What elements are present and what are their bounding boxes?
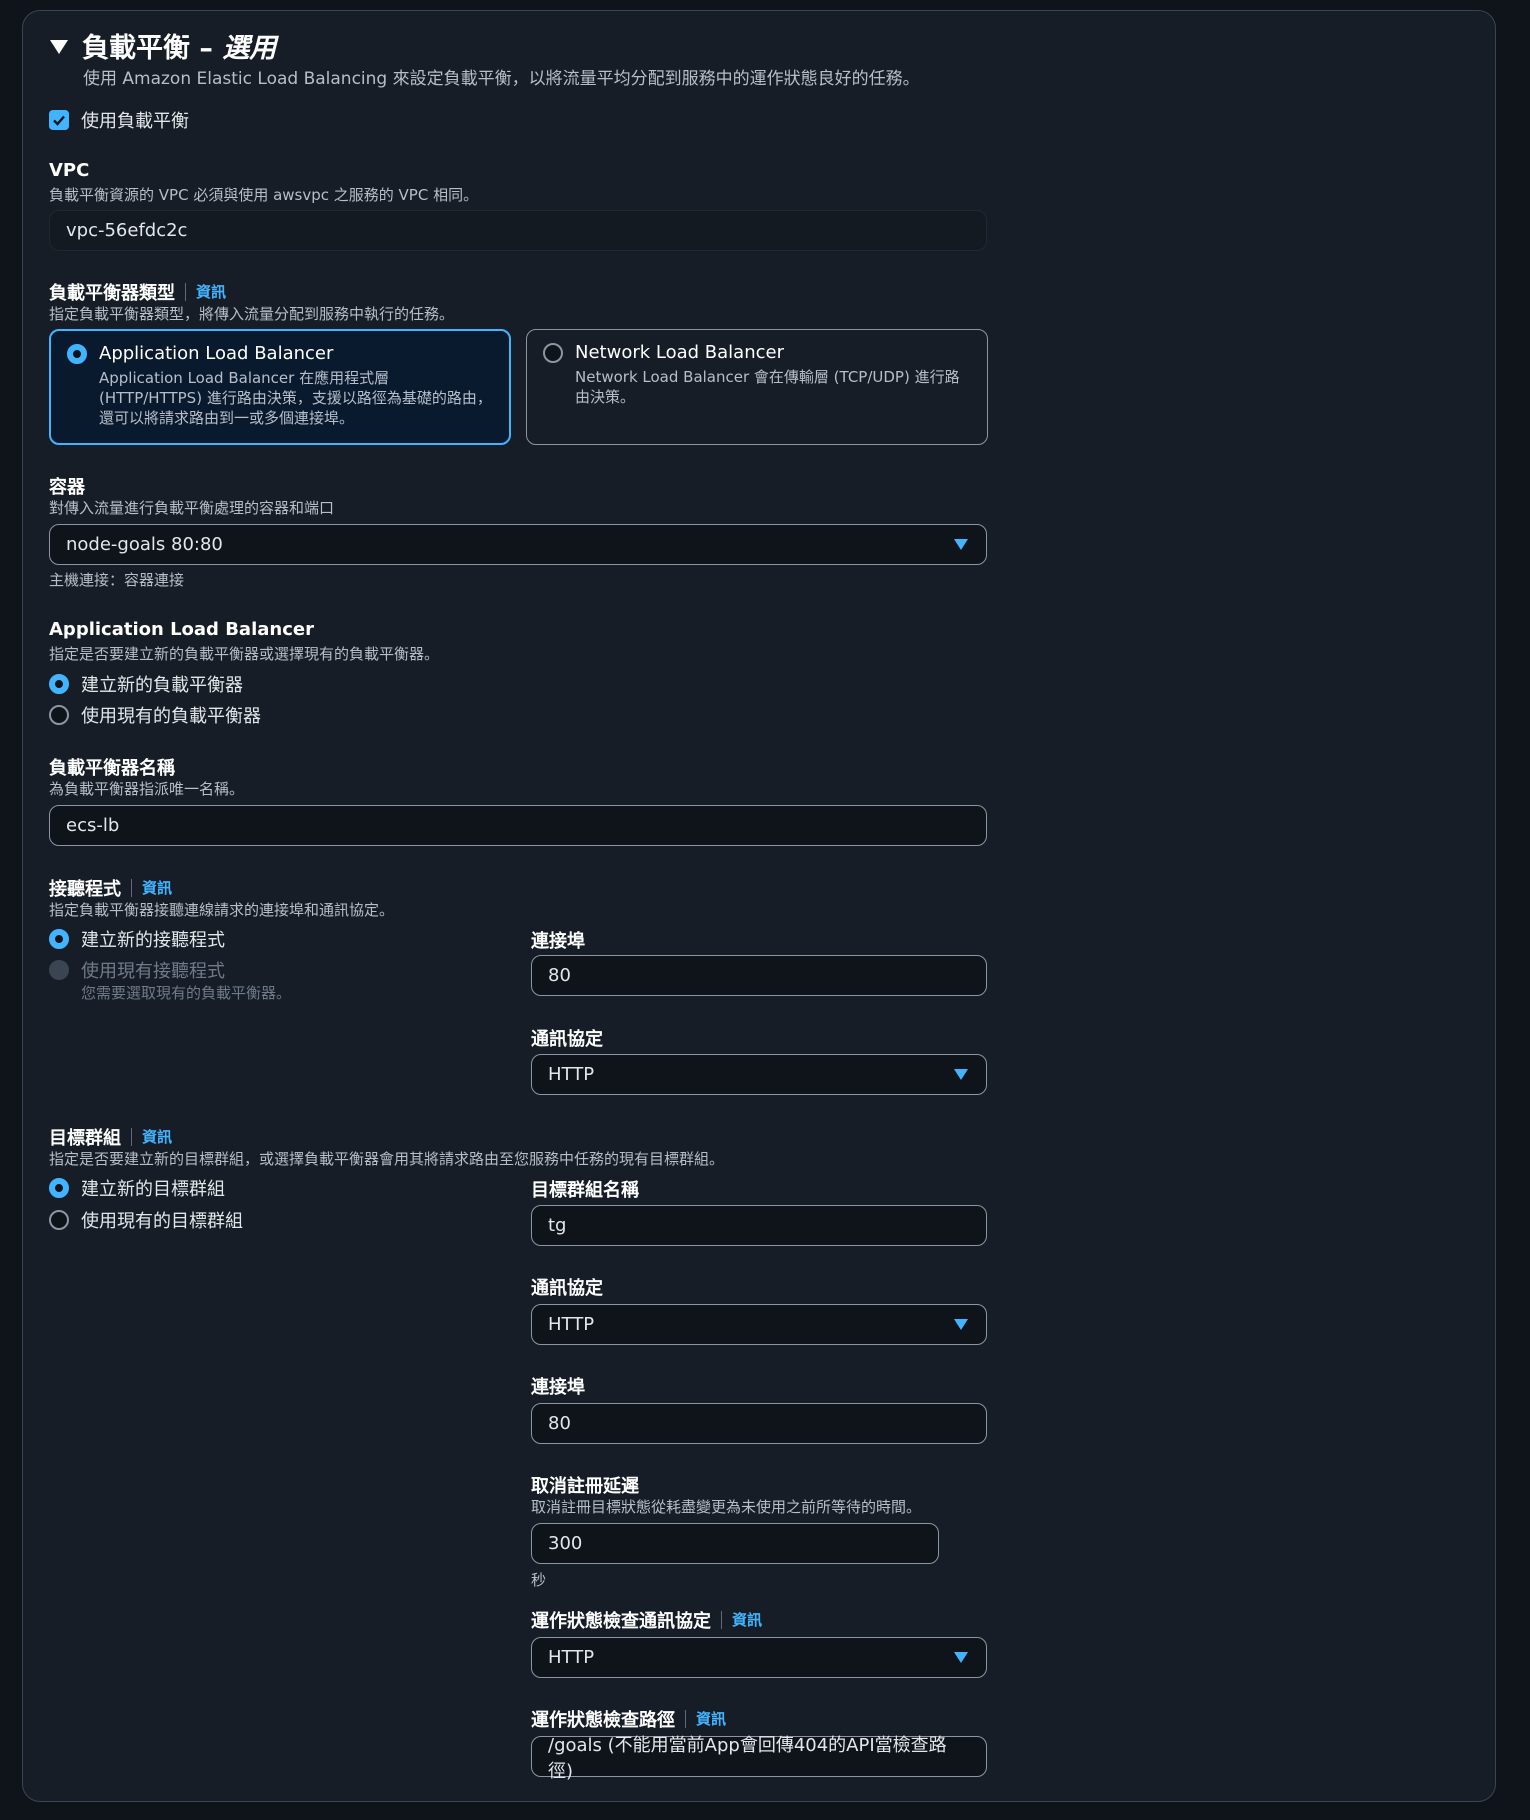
hc-path-input[interactable]: /goals (不能用當前App會回傳404的API當檢查路徑) xyxy=(531,1735,987,1782)
listener-protocol-value: HTTP xyxy=(548,1064,595,1085)
section-header[interactable]: 負載平衡 – 選用 xyxy=(50,26,276,65)
lb-type-label: 負載平衡器類型 資訊 xyxy=(49,279,226,305)
listener-description: 指定負載平衡器接聽連線請求的連接埠和通訊協定。 xyxy=(49,901,395,919)
container-label: 容器 xyxy=(49,477,85,498)
lb-type-label-text: 負載平衡器類型 xyxy=(49,283,175,304)
vpc-value: vpc-56efdc2c xyxy=(66,220,188,241)
hc-path-label: 運作狀態檢查路徑 資訊 xyxy=(531,1706,726,1732)
tg-name-value: tg xyxy=(548,1215,567,1236)
target-group-label: 目標群組 資訊 xyxy=(49,1124,172,1150)
radio-selected-icon[interactable] xyxy=(67,343,87,364)
radio-unselected-icon[interactable] xyxy=(49,705,69,725)
dereg-delay-description: 取消註冊目標狀態從耗盡變更為未使用之前所等待的時間。 xyxy=(531,1498,922,1516)
listener-option-create-label: 建立新的接聽程式 xyxy=(81,930,225,951)
caret-down-icon[interactable] xyxy=(50,39,68,54)
tg-protocol-label: 通訊協定 xyxy=(531,1278,603,1299)
use-lb-label: 使用負載平衡 xyxy=(81,111,189,132)
hc-protocol-label-text: 運作狀態檢查通訊協定 xyxy=(531,1611,711,1632)
listener-info-link[interactable]: 資訊 xyxy=(131,879,172,897)
dereg-delay-unit: 秒 xyxy=(531,1571,547,1589)
radio-selected-icon[interactable] xyxy=(49,1178,69,1198)
tg-option-create-label: 建立新的目標群組 xyxy=(81,1179,225,1200)
target-group-label-text: 目標群組 xyxy=(49,1128,121,1149)
tg-name-label: 目標群組名稱 xyxy=(531,1180,639,1201)
tile-network-load-balancer[interactable]: Network Load Balancer Network Load Balan… xyxy=(526,329,988,445)
tg-option-create[interactable]: 建立新的目標群組 xyxy=(49,1175,225,1201)
listener-port-input[interactable]: 80 xyxy=(531,955,987,996)
lb-name-label: 負載平衡器名稱 xyxy=(49,758,175,779)
radio-selected-icon[interactable] xyxy=(49,929,69,949)
vpc-field: vpc-56efdc2c xyxy=(49,210,987,251)
listener-label-text: 接聽程式 xyxy=(49,879,121,900)
dereg-delay-label: 取消註冊延遲 xyxy=(531,1476,639,1497)
tile-alb-description: Application Load Balancer 在應用程式層 (HTTP/H… xyxy=(99,369,492,427)
container-footer: 主機連接：容器連接 xyxy=(49,571,185,589)
lb-name-description: 為負載平衡器指派唯一名稱。 xyxy=(49,780,245,798)
tg-option-existing[interactable]: 使用現有的目標群組 xyxy=(49,1207,243,1233)
tg-port-value: 80 xyxy=(548,1413,571,1434)
hc-protocol-select[interactable]: HTTP xyxy=(531,1637,987,1678)
section-title: 負載平衡 – 選用 xyxy=(82,33,277,64)
radio-unselected-icon[interactable] xyxy=(543,342,563,363)
hc-path-label-text: 運作狀態檢查路徑 xyxy=(531,1710,675,1731)
listener-option-existing-sublabel: 您需要選取現有的負載平衡器。 xyxy=(81,984,292,1002)
hc-path-info-link[interactable]: 資訊 xyxy=(685,1710,726,1728)
tg-protocol-select[interactable]: HTTP xyxy=(531,1304,987,1345)
tile-nlb-title: Network Load Balancer xyxy=(575,342,784,363)
listener-protocol-label: 通訊協定 xyxy=(531,1029,603,1050)
alb-option-create[interactable]: 建立新的負載平衡器 xyxy=(49,671,243,697)
use-lb-checkbox-row[interactable]: 使用負載平衡 xyxy=(49,107,189,133)
tg-port-input[interactable]: 80 xyxy=(531,1403,987,1444)
lb-type-description: 指定負載平衡器類型，將傳入流量分配到服務中執行的任務。 xyxy=(49,305,455,323)
dereg-delay-input[interactable]: 300 xyxy=(531,1523,939,1564)
lb-type-info-link[interactable]: 資訊 xyxy=(185,283,226,301)
container-select[interactable]: node-goals 80:80 xyxy=(49,524,987,565)
alb-option-existing[interactable]: 使用現有的負載平衡器 xyxy=(49,702,261,728)
alb-option-existing-label: 使用現有的負載平衡器 xyxy=(81,706,261,727)
listener-port-label: 連接埠 xyxy=(531,931,585,952)
alb-description: 指定是否要建立新的負載平衡器或選擇現有的負載平衡器。 xyxy=(49,645,440,663)
target-group-info-link[interactable]: 資訊 xyxy=(131,1128,172,1146)
radio-unselected-icon[interactable] xyxy=(49,1210,69,1230)
lb-name-value: ecs-lb xyxy=(66,815,120,836)
radio-disabled-icon xyxy=(49,960,69,980)
alb-option-create-label: 建立新的負載平衡器 xyxy=(81,675,243,696)
listener-protocol-select[interactable]: HTTP xyxy=(531,1054,987,1095)
listener-label: 接聽程式 資訊 xyxy=(49,875,172,901)
tg-protocol-value: HTTP xyxy=(548,1314,595,1335)
caret-down-icon xyxy=(954,539,968,550)
container-select-value: node-goals 80:80 xyxy=(66,534,223,555)
section-description: 使用 Amazon Elastic Load Balancing 來設定負載平衡… xyxy=(83,69,920,89)
dereg-delay-value: 300 xyxy=(548,1533,583,1554)
listener-option-create[interactable]: 建立新的接聽程式 xyxy=(49,926,225,952)
listener-option-existing: 使用現有接聽程式 xyxy=(49,957,225,983)
alb-label: Application Load Balancer xyxy=(49,619,314,640)
caret-down-icon xyxy=(954,1319,968,1330)
caret-down-icon xyxy=(954,1652,968,1663)
radio-selected-icon[interactable] xyxy=(49,674,69,694)
vpc-label: VPC xyxy=(49,160,90,181)
tg-port-label: 連接埠 xyxy=(531,1377,585,1398)
caret-down-icon xyxy=(954,1069,968,1080)
target-group-description: 指定是否要建立新的目標群組，或選擇負載平衡器會用其將請求路由至您服務中任務的現有… xyxy=(49,1150,725,1168)
lb-name-input[interactable]: ecs-lb xyxy=(49,805,987,846)
hc-protocol-label: 運作狀態檢查通訊協定 資訊 xyxy=(531,1607,762,1633)
hc-protocol-info-link[interactable]: 資訊 xyxy=(721,1611,762,1629)
tile-nlb-description: Network Load Balancer 會在傳輸層 (TCP/UDP) 進行… xyxy=(575,368,960,406)
tile-alb-title: Application Load Balancer xyxy=(99,343,334,364)
listener-option-existing-label: 使用現有接聽程式 xyxy=(81,961,225,982)
hc-protocol-value: HTTP xyxy=(548,1647,595,1668)
tile-application-load-balancer[interactable]: Application Load Balancer Application Lo… xyxy=(49,329,511,445)
vpc-description: 負載平衡資源的 VPC 必須與使用 awsvpc 之服務的 VPC 相同。 xyxy=(49,186,479,204)
listener-port-value: 80 xyxy=(548,965,571,986)
tg-name-input[interactable]: tg xyxy=(531,1205,987,1246)
hc-path-value: /goals (不能用當前App會回傳404的API當檢查路徑) xyxy=(548,1734,947,1782)
checkbox-checked-icon[interactable] xyxy=(49,110,69,130)
tg-option-existing-label: 使用現有的目標群組 xyxy=(81,1211,243,1232)
container-description: 對傳入流量進行負載平衡處理的容器和端口 xyxy=(49,499,335,517)
